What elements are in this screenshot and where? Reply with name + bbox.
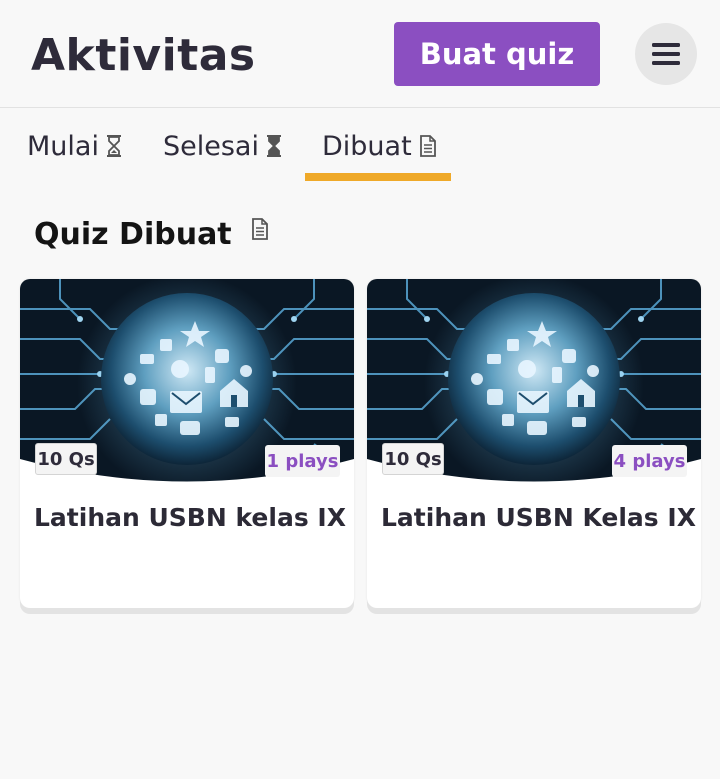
- active-tab-indicator: [305, 173, 451, 181]
- quiz-card[interactable]: 10 Qs 1 plays Latihan USBN kelas IX: [20, 279, 354, 608]
- hourglass-icon: [106, 135, 122, 157]
- hamburger-menu-icon: [652, 43, 680, 65]
- document-icon: [419, 135, 437, 157]
- questions-count-badge: 10 Qs: [382, 443, 444, 475]
- app-header: Aktivitas Buat quiz: [0, 0, 720, 108]
- tab-label: Selesai: [163, 130, 259, 162]
- section-title-text: Quiz Dibuat: [34, 217, 232, 252]
- tab-selesai[interactable]: Selesai: [163, 127, 282, 165]
- questions-count-badge: 10 Qs: [35, 443, 97, 475]
- create-quiz-button[interactable]: Buat quiz: [394, 22, 600, 86]
- tab-mulai[interactable]: Mulai: [27, 127, 122, 165]
- plays-count-badge: 4 plays: [612, 445, 687, 477]
- plays-count-badge: 1 plays: [265, 445, 340, 477]
- page-title: Aktivitas: [31, 30, 256, 81]
- activity-tabs: Mulai Selesai Dibuat: [0, 109, 720, 184]
- quiz-title: Latihan USBN kelas IX: [34, 503, 346, 532]
- quiz-title: Latihan USBN Kelas IX: [381, 503, 696, 532]
- section-title: Quiz Dibuat: [34, 217, 268, 252]
- tab-label: Mulai: [27, 130, 99, 162]
- document-icon: [251, 217, 269, 240]
- tab-dibuat[interactable]: Dibuat: [322, 127, 437, 165]
- tab-label: Dibuat: [322, 130, 412, 162]
- hourglass-icon: [266, 135, 282, 157]
- quiz-card[interactable]: 10 Qs 4 plays Latihan USBN Kelas IX: [367, 279, 701, 608]
- menu-button[interactable]: [635, 23, 697, 85]
